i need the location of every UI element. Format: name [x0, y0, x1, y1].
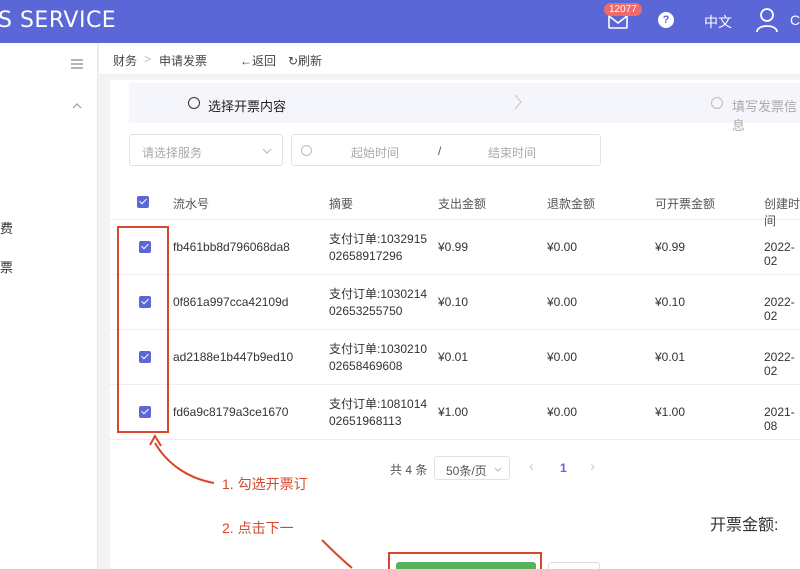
cell-invoiceable: ¥0.10: [655, 295, 686, 309]
sidebar-item-invoice[interactable]: 发票: [0, 257, 13, 276]
user-menu-label[interactable]: C: [790, 12, 800, 28]
cell-summary-line1: 支付订单:1030214: [329, 287, 428, 301]
sidebar-item-consumption[interactable]: 消费: [0, 218, 13, 237]
breadcrumb-finance[interactable]: 财务: [113, 52, 137, 69]
cell-created: 2022-02: [764, 295, 795, 323]
cell-summary: 支付订单:1030210 02658469608: [329, 341, 427, 375]
refresh-link[interactable]: ↻刷新: [288, 52, 322, 69]
chevron-down-icon: [494, 467, 502, 472]
table-header: 流水号 摘要 支出金额 退款金额 可开票金额 创建时间: [110, 184, 800, 228]
cell-created: 2022-02: [764, 240, 795, 268]
cell-refund: ¥0.00: [547, 240, 578, 254]
brand-logo: S SERVICE: [0, 8, 117, 33]
page-1-button[interactable]: 1: [560, 461, 567, 475]
col-expense: 支出金额: [438, 197, 487, 211]
cell-created: 2022-02: [764, 350, 795, 378]
cell-refund: ¥0.00: [547, 295, 578, 309]
cell-serial: fb461bb8d796068da8: [173, 240, 290, 254]
cell-summary-line2: 02658917296: [329, 249, 403, 263]
user-icon[interactable]: [755, 6, 779, 34]
cell-summary-line2: 02653255750: [329, 304, 403, 318]
sidebar: 消费 发票: [0, 43, 98, 569]
select-all-checkbox[interactable]: [137, 196, 149, 208]
cell-summary: 支付订单:1032915 02658917296: [329, 231, 427, 265]
page-size-value: 50条/页: [446, 464, 487, 478]
page-size-select[interactable]: 50条/页: [434, 456, 510, 480]
next-step-button[interactable]: [396, 562, 536, 569]
col-invoiceable: 可开票金额: [655, 197, 716, 211]
table-row: fd6a9c8179a3ce1670 支付订单:1081014 02651968…: [110, 385, 800, 440]
cell-summary-line1: 支付订单:1081014: [329, 397, 428, 411]
cell-summary-line2: 02658469608: [329, 359, 403, 373]
breadcrumb-apply-invoice: 申请发票: [159, 54, 208, 68]
chevron-up-icon[interactable]: [72, 103, 82, 109]
breadcrumb: 财务 > 申请发票 ←返回 ↻刷新: [99, 43, 800, 75]
checkbox-highlight-box: [117, 226, 169, 433]
step-bar: 选择开票内容 填写发票信息: [129, 83, 800, 133]
cell-serial: fd6a9c8179a3ce1670: [173, 405, 289, 419]
col-serial: 流水号: [173, 197, 210, 211]
menu-toggle-icon[interactable]: [70, 58, 84, 70]
back-link[interactable]: ←返回: [240, 52, 276, 69]
cell-summary: 支付订单:1030214 02653255750: [329, 286, 427, 320]
secondary-button[interactable]: [548, 562, 600, 569]
annotation-step-2: 2. 点击下一: [222, 520, 294, 536]
service-select-placeholder: 请选择服务: [142, 146, 203, 160]
chevron-right-icon: [514, 94, 522, 110]
cell-summary-line1: 支付订单:1030210: [329, 342, 428, 356]
main-card: 选择开票内容 填写发票信息 请选择服务 起始时间 / 结束时间 流水号 摘要 支…: [110, 80, 800, 569]
top-header: S SERVICE 12077 ? 中文 C: [0, 0, 800, 43]
cell-expense: ¥1.00: [438, 405, 469, 419]
table-row: ad2188e1b447b9ed10 支付订单:1030210 02658469…: [110, 330, 800, 385]
help-icon[interactable]: ?: [658, 12, 674, 28]
pagination-total: 共 4 条: [390, 463, 428, 477]
step-2-label: 填写发票信息: [732, 99, 798, 133]
cell-invoiceable: ¥1.00: [655, 405, 686, 419]
start-date-input[interactable]: 起始时间: [351, 144, 399, 161]
cell-invoiceable: ¥0.01: [655, 350, 686, 364]
end-date-input[interactable]: 结束时间: [488, 144, 536, 161]
cell-invoiceable: ¥0.99: [655, 240, 686, 254]
date-separator: /: [438, 144, 442, 158]
table-row: 0f861a997cca42109d 支付订单:1030214 02653255…: [110, 275, 800, 330]
annotation-step-1: 1. 勾选开票订: [222, 476, 308, 492]
step-1-circle-icon: [188, 97, 200, 109]
col-summary: 摘要: [329, 197, 354, 211]
date-range-picker[interactable]: 起始时间 / 结束时间: [291, 134, 601, 166]
cell-expense: ¥0.01: [438, 350, 469, 364]
service-select[interactable]: 请选择服务: [129, 134, 283, 166]
notification-badge: 12077: [604, 3, 642, 16]
col-refund: 退款金额: [547, 197, 596, 211]
next-page-button[interactable]: ›: [590, 458, 595, 475]
cell-summary-line1: 支付订单:1032915: [329, 232, 428, 246]
prev-page-button[interactable]: ‹: [529, 458, 534, 475]
cell-expense: ¥0.99: [438, 240, 469, 254]
step-2-circle-icon: [711, 97, 723, 109]
invoice-amount-label: 开票金额:: [710, 517, 779, 534]
step-1-label: 选择开票内容: [208, 99, 287, 114]
clock-icon: [301, 145, 312, 156]
cell-serial: ad2188e1b447b9ed10: [173, 350, 294, 364]
cell-summary-line2: 02651968113: [329, 414, 402, 428]
breadcrumb-separator: >: [144, 52, 152, 66]
cell-serial: 0f861a997cca42109d: [173, 295, 289, 309]
cell-refund: ¥0.00: [547, 405, 578, 419]
cell-refund: ¥0.00: [547, 350, 578, 364]
chevron-down-icon: [262, 148, 272, 154]
language-switch[interactable]: 中文: [704, 12, 732, 32]
cell-summary: 支付订单:1081014 02651968113: [329, 396, 427, 430]
cell-created: 2021-08: [764, 405, 795, 433]
cell-expense: ¥0.10: [438, 295, 469, 309]
table-row: fb461bb8d796068da8 支付订单:1032915 02658917…: [110, 220, 800, 275]
